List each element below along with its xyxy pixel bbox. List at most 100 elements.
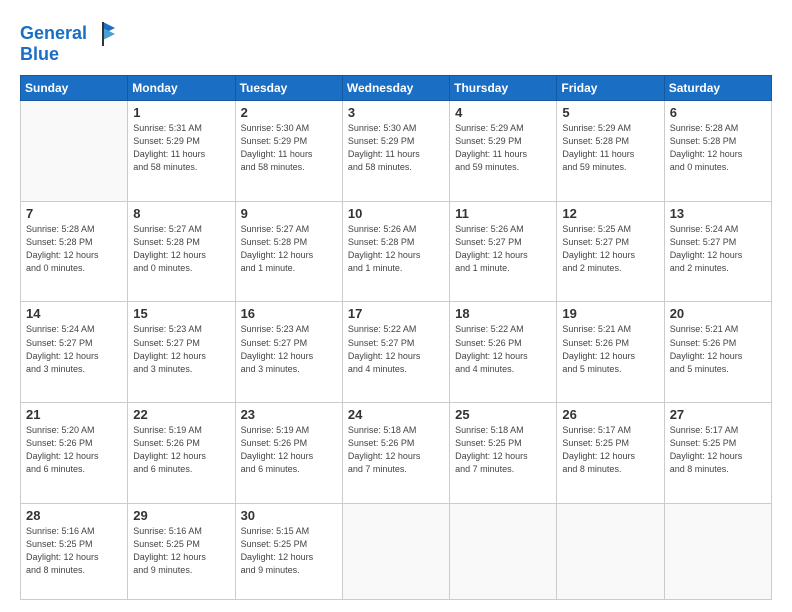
day-number: 12 [562, 206, 658, 221]
day-info: Sunrise: 5:19 AM Sunset: 5:26 PM Dayligh… [133, 424, 229, 476]
calendar-cell: 5Sunrise: 5:29 AM Sunset: 5:28 PM Daylig… [557, 101, 664, 202]
day-info: Sunrise: 5:22 AM Sunset: 5:27 PM Dayligh… [348, 323, 444, 375]
day-number: 11 [455, 206, 551, 221]
day-number: 21 [26, 407, 122, 422]
calendar-cell: 26 Sunrise: 5:17 AM Sunset: 5:25 PM Dayli… [557, 403, 664, 504]
calendar-cell: 13 Sunrise: 5:24 AM Sunset: 5:27 PM Dayli… [664, 201, 771, 302]
day-info: Sunrise: 5:26 AM Sunset: 5:28 PM Dayligh… [348, 223, 444, 275]
day-info: Sunrise: 5:17 AM Sunset: 5:25 PM Dayligh… [562, 424, 658, 476]
logo-general: General [20, 23, 87, 43]
calendar-cell: 1 Sunrise: 5:31 AM Sunset: 5:29 PM Daylig… [128, 101, 235, 202]
day-number: 18 [455, 306, 551, 321]
day-info: Sunrise: 5:21 AM Sunset: 5:26 PM Dayligh… [562, 323, 658, 375]
weekday-header-row: SundayMondayTuesdayWednesdayThursdayFrid… [21, 76, 772, 101]
day-number: 9 [241, 206, 337, 221]
week-row-3: 14 Sunrise: 5:24 AM Sunset: 5:27 PM Dayli… [21, 302, 772, 403]
day-info: Sunrise: 5:17 AM Sunset: 5:25 PM Dayligh… [670, 424, 766, 476]
day-number: 4 [455, 105, 551, 120]
day-number: 20 [670, 306, 766, 321]
day-info: Sunrise: 5:28 AM Sunset: 5:28 PM Dayligh… [26, 223, 122, 275]
logo: General Blue [20, 20, 117, 65]
day-number: 24 [348, 407, 444, 422]
weekday-wednesday: Wednesday [342, 76, 449, 101]
calendar-cell: 2 Sunrise: 5:30 AM Sunset: 5:29 PM Daylig… [235, 101, 342, 202]
calendar-cell: 12 Sunrise: 5:25 AM Sunset: 5:27 PM Dayli… [557, 201, 664, 302]
day-info: Sunrise: 5:24 AM Sunset: 5:27 PM Dayligh… [26, 323, 122, 375]
week-row-1: 1 Sunrise: 5:31 AM Sunset: 5:29 PM Daylig… [21, 101, 772, 202]
calendar-cell: 3 Sunrise: 5:30 AM Sunset: 5:29 PM Daylig… [342, 101, 449, 202]
day-info: Sunrise: 5:30 AM Sunset: 5:29 PM Dayligh… [348, 122, 444, 174]
day-number: 17 [348, 306, 444, 321]
day-number: 13 [670, 206, 766, 221]
week-row-5: 28 Sunrise: 5:16 AM Sunset: 5:25 PM Dayli… [21, 503, 772, 599]
day-number: 27 [670, 407, 766, 422]
calendar-cell: 28Sunrise: 5:16 AM Sunset: 5:25 PM Dayli… [21, 503, 128, 599]
calendar-cell [664, 503, 771, 599]
day-info: Sunrise: 5:21 AM Sunset: 5:26 PM Dayligh… [670, 323, 766, 375]
day-number: 10 [348, 206, 444, 221]
calendar-cell: 18 Sunrise: 5:22 AM Sunset: 5:26 PM Dayli… [450, 302, 557, 403]
day-info: Sunrise: 5:22 AM Sunset: 5:26 PM Dayligh… [455, 323, 551, 375]
calendar-cell: 22Sunrise: 5:19 AM Sunset: 5:26 PM Dayli… [128, 403, 235, 504]
day-number: 8 [133, 206, 229, 221]
page: General Blue SundayMondayTuesd [0, 0, 792, 612]
day-info: Sunrise: 5:16 AM Sunset: 5:25 PM Dayligh… [133, 525, 229, 577]
calendar-cell: 20 Sunrise: 5:21 AM Sunset: 5:26 PM Dayli… [664, 302, 771, 403]
day-number: 30 [241, 508, 337, 523]
day-number: 28 [26, 508, 122, 523]
day-info: Sunrise: 5:31 AM Sunset: 5:29 PM Dayligh… [133, 122, 229, 174]
calendar-cell: 27 Sunrise: 5:17 AM Sunset: 5:25 PM Dayli… [664, 403, 771, 504]
day-info: Sunrise: 5:25 AM Sunset: 5:27 PM Dayligh… [562, 223, 658, 275]
weekday-tuesday: Tuesday [235, 76, 342, 101]
calendar-cell [342, 503, 449, 599]
day-info: Sunrise: 5:20 AM Sunset: 5:26 PM Dayligh… [26, 424, 122, 476]
calendar-cell: 24 Sunrise: 5:18 AM Sunset: 5:26 PM Dayli… [342, 403, 449, 504]
weekday-thursday: Thursday [450, 76, 557, 101]
calendar-cell: 6 Sunrise: 5:28 AM Sunset: 5:28 PM Daylig… [664, 101, 771, 202]
day-number: 16 [241, 306, 337, 321]
weekday-saturday: Saturday [664, 76, 771, 101]
day-number: 29 [133, 508, 229, 523]
day-number: 15 [133, 306, 229, 321]
calendar-cell: 29 Sunrise: 5:16 AM Sunset: 5:25 PM Dayli… [128, 503, 235, 599]
day-info: Sunrise: 5:30 AM Sunset: 5:29 PM Dayligh… [241, 122, 337, 174]
logo-icon [89, 20, 117, 48]
calendar-cell: 11Sunrise: 5:26 AM Sunset: 5:27 PM Dayli… [450, 201, 557, 302]
calendar-cell: 16Sunrise: 5:23 AM Sunset: 5:27 PM Dayli… [235, 302, 342, 403]
day-info: Sunrise: 5:28 AM Sunset: 5:28 PM Dayligh… [670, 122, 766, 174]
week-row-2: 7 Sunrise: 5:28 AM Sunset: 5:28 PM Daylig… [21, 201, 772, 302]
header: General Blue [20, 16, 772, 65]
day-number: 5 [562, 105, 658, 120]
day-number: 6 [670, 105, 766, 120]
day-number: 3 [348, 105, 444, 120]
day-info: Sunrise: 5:27 AM Sunset: 5:28 PM Dayligh… [241, 223, 337, 275]
calendar-cell: 9 Sunrise: 5:27 AM Sunset: 5:28 PM Daylig… [235, 201, 342, 302]
calendar-cell [450, 503, 557, 599]
day-info: Sunrise: 5:24 AM Sunset: 5:27 PM Dayligh… [670, 223, 766, 275]
day-info: Sunrise: 5:18 AM Sunset: 5:26 PM Dayligh… [348, 424, 444, 476]
day-info: Sunrise: 5:18 AM Sunset: 5:25 PM Dayligh… [455, 424, 551, 476]
calendar-cell: 10 Sunrise: 5:26 AM Sunset: 5:28 PM Dayli… [342, 201, 449, 302]
calendar-cell: 30 Sunrise: 5:15 AM Sunset: 5:25 PM Dayli… [235, 503, 342, 599]
day-number: 23 [241, 407, 337, 422]
day-info: Sunrise: 5:19 AM Sunset: 5:26 PM Dayligh… [241, 424, 337, 476]
calendar-cell [557, 503, 664, 599]
day-number: 7 [26, 206, 122, 221]
day-info: Sunrise: 5:15 AM Sunset: 5:25 PM Dayligh… [241, 525, 337, 577]
day-info: Sunrise: 5:27 AM Sunset: 5:28 PM Dayligh… [133, 223, 229, 275]
calendar-cell: 21 Sunrise: 5:20 AM Sunset: 5:26 PM Dayli… [21, 403, 128, 504]
calendar-cell: 25Sunrise: 5:18 AM Sunset: 5:25 PM Dayli… [450, 403, 557, 504]
day-number: 14 [26, 306, 122, 321]
day-number: 1 [133, 105, 229, 120]
calendar-cell: 8 Sunrise: 5:27 AM Sunset: 5:28 PM Daylig… [128, 201, 235, 302]
day-number: 26 [562, 407, 658, 422]
calendar-cell: 7 Sunrise: 5:28 AM Sunset: 5:28 PM Daylig… [21, 201, 128, 302]
day-number: 2 [241, 105, 337, 120]
calendar-cell [21, 101, 128, 202]
calendar-cell: 23 Sunrise: 5:19 AM Sunset: 5:26 PM Dayli… [235, 403, 342, 504]
weekday-sunday: Sunday [21, 76, 128, 101]
day-info: Sunrise: 5:29 AM Sunset: 5:29 PM Dayligh… [455, 122, 551, 174]
weekday-monday: Monday [128, 76, 235, 101]
logo-text: General [20, 24, 87, 44]
week-row-4: 21 Sunrise: 5:20 AM Sunset: 5:26 PM Dayli… [21, 403, 772, 504]
